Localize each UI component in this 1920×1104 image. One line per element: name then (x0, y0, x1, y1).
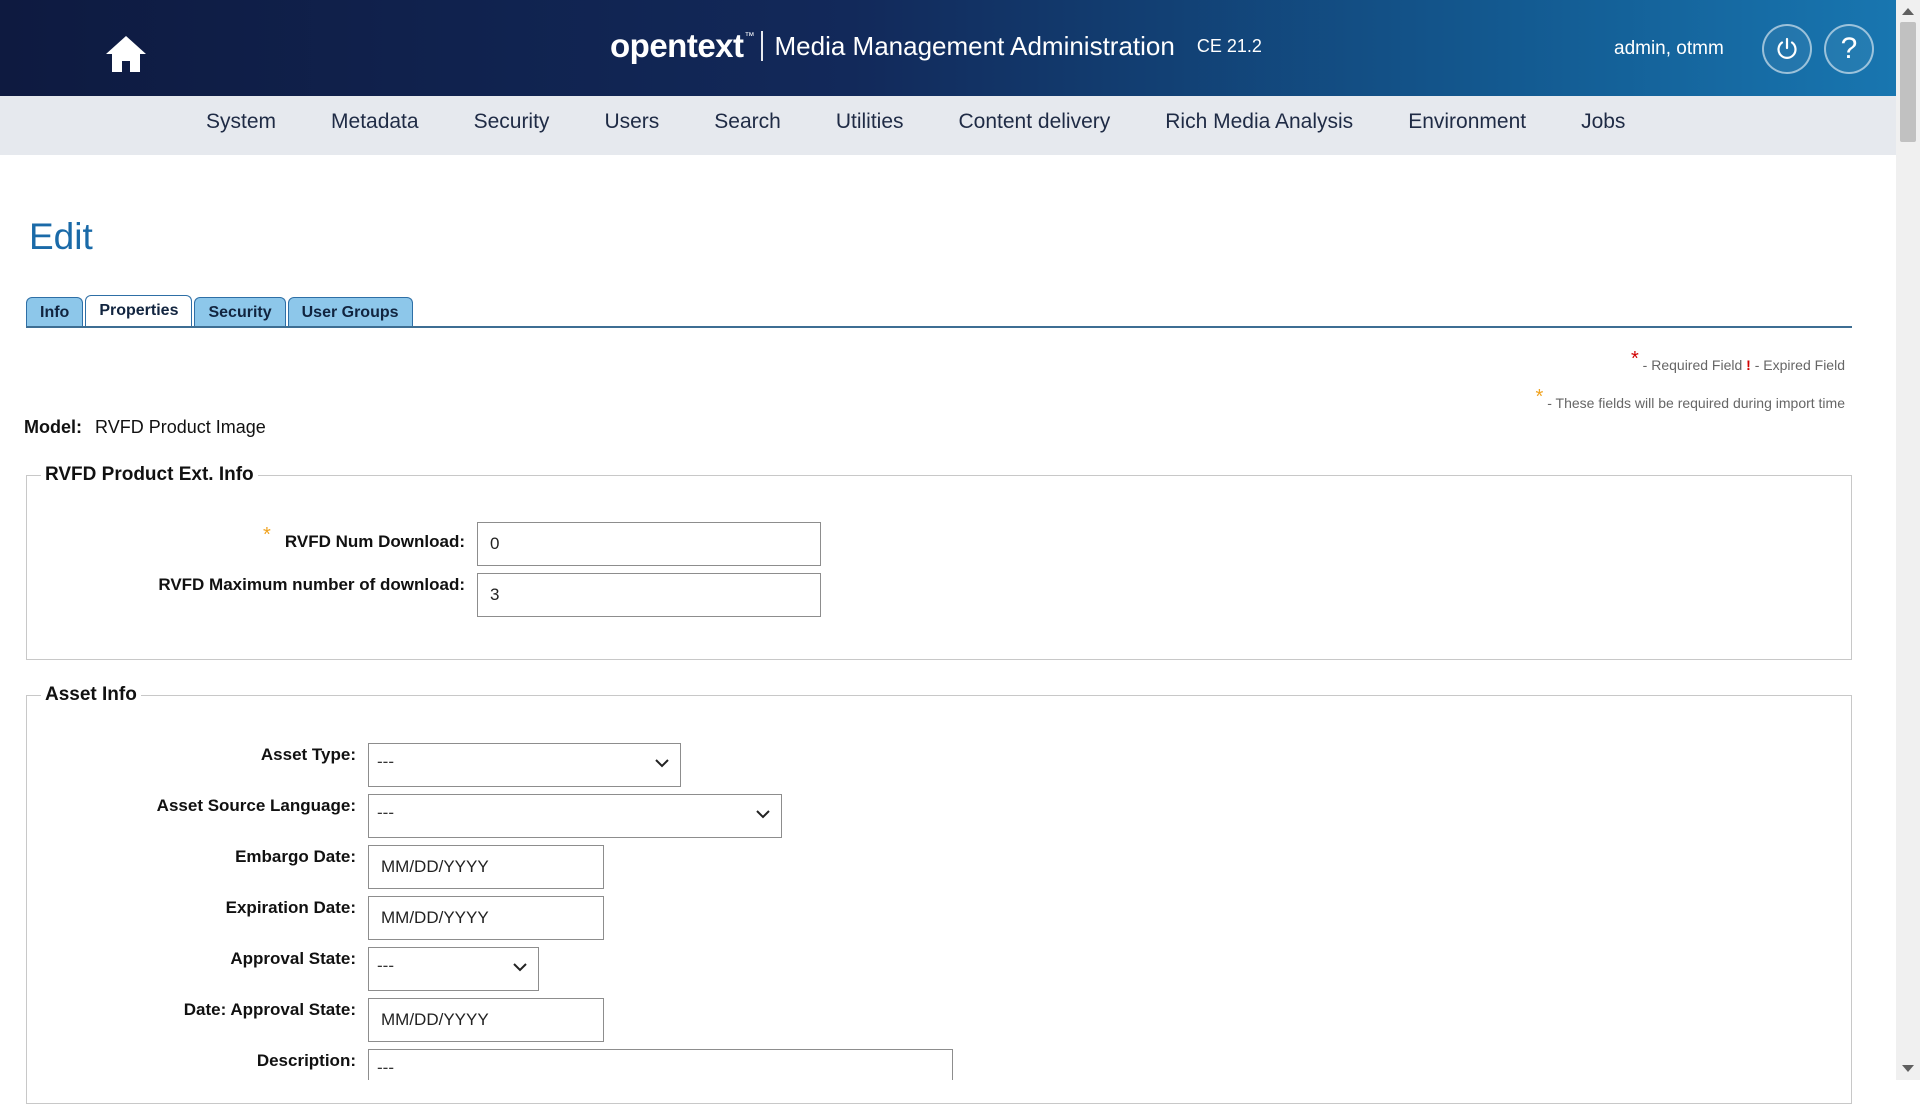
nav-item-jobs[interactable]: Jobs (1581, 110, 1625, 134)
help-button[interactable]: ? (1824, 24, 1874, 74)
nav-item-metadata[interactable]: Metadata (331, 110, 419, 134)
model-value: RVFD Product Image (95, 417, 266, 437)
approval-state-date-label: Date: Approval State: (183, 1000, 356, 1019)
chevron-down-icon (655, 759, 669, 768)
nav-item-rich-media-analysis[interactable]: Rich Media Analysis (1165, 110, 1353, 134)
current-user[interactable]: admin, otmm (1614, 38, 1724, 60)
brand: opentext ™ Media Management Administrati… (610, 22, 1262, 70)
asset-section-title: Asset Info (45, 684, 137, 705)
required-legend-text: - Required Field (1642, 357, 1743, 373)
max-download-label: RVFD Maximum number of download: (158, 575, 465, 594)
approval-state-label: Approval State: (230, 949, 356, 968)
nav-item-system[interactable]: System (206, 110, 276, 134)
required-legend: * - Required Field ! - Expired Field (1631, 348, 1845, 376)
page-title: Edit (29, 216, 93, 257)
brand-separator (760, 31, 763, 61)
num-download-label: RVFD Num Download: (284, 532, 465, 551)
embargo-date-input[interactable]: MM/DD/YYYY (368, 845, 604, 889)
nav-item-utilities[interactable]: Utilities (836, 110, 904, 134)
asset-source-language-value: --- (377, 803, 394, 822)
nav-item-security[interactable]: Security (474, 110, 550, 134)
asset-type-select[interactable]: --- (368, 743, 681, 787)
help-icon: ? (1840, 32, 1858, 65)
tab-info[interactable]: Info (26, 297, 84, 326)
app-version: CE 21.2 (1196, 35, 1262, 56)
required-star-icon: * (1630, 348, 1639, 370)
trademark-mark: ™ (744, 30, 755, 42)
expiration-date-label: Expiration Date: (225, 898, 356, 917)
tab-user-groups[interactable]: User Groups (287, 297, 413, 326)
description-value: --- (377, 1058, 394, 1077)
expired-mark-icon: ! (1746, 357, 1751, 373)
asset-type-value: --- (377, 752, 394, 771)
asset-type-label: Asset Type: (260, 745, 356, 764)
tab-divider (26, 326, 1852, 328)
tab-bar: Info Properties Security User Groups (26, 295, 415, 326)
model-label: Model: (24, 417, 82, 437)
approval-state-date-input[interactable]: MM/DD/YYYY (368, 998, 604, 1042)
nav-item-environment[interactable]: Environment (1408, 110, 1526, 134)
vertical-scrollbar[interactable] (1896, 0, 1920, 1080)
scroll-up-arrow-icon[interactable] (1902, 8, 1914, 15)
approval-state-value: --- (377, 956, 394, 975)
expired-legend-text: - Expired Field (1754, 357, 1845, 373)
nav-item-users[interactable]: Users (604, 110, 659, 134)
chevron-down-icon (513, 963, 527, 972)
rvfd-section-title: RVFD Product Ext. Info (45, 464, 254, 485)
description-textarea[interactable]: --- (368, 1049, 953, 1080)
num-download-input[interactable]: 0 (477, 522, 821, 566)
tab-security[interactable]: Security (194, 297, 286, 326)
expiration-date-input[interactable]: MM/DD/YYYY (368, 896, 604, 940)
scrollbar-thumb[interactable] (1900, 22, 1916, 142)
power-icon (1777, 37, 1797, 59)
import-required-star-icon: * (263, 524, 271, 546)
scroll-down-arrow-icon[interactable] (1902, 1065, 1914, 1072)
embargo-date-label: Embargo Date: (235, 847, 356, 866)
chevron-down-icon (756, 810, 770, 819)
logout-button[interactable] (1762, 24, 1812, 74)
opentext-logo: opentext (610, 27, 744, 64)
main-nav: System Metadata Security Users Search Ut… (0, 96, 1896, 155)
description-label: Description: (256, 1051, 356, 1070)
nav-item-search[interactable]: Search (714, 110, 781, 134)
import-legend-text: - These fields will be required during i… (1547, 395, 1845, 411)
max-download-input[interactable]: 3 (477, 573, 821, 617)
app-title: Media Management Administration (774, 30, 1175, 61)
approval-state-select[interactable]: --- (368, 947, 539, 991)
tab-properties[interactable]: Properties (85, 295, 193, 326)
app-header: opentext ™ Media Management Administrati… (0, 0, 1896, 96)
import-star-icon: * (1535, 386, 1544, 408)
import-legend: * - These fields will be required during… (1536, 386, 1845, 414)
model-info: Model: RVFD Product Image (24, 417, 266, 438)
rvfd-product-section: RVFD Product Ext. Info (26, 464, 1852, 660)
asset-source-language-select[interactable]: --- (368, 794, 782, 838)
home-icon[interactable] (104, 34, 148, 74)
nav-item-content-delivery[interactable]: Content delivery (959, 110, 1111, 134)
asset-source-language-label: Asset Source Language: (156, 796, 356, 815)
